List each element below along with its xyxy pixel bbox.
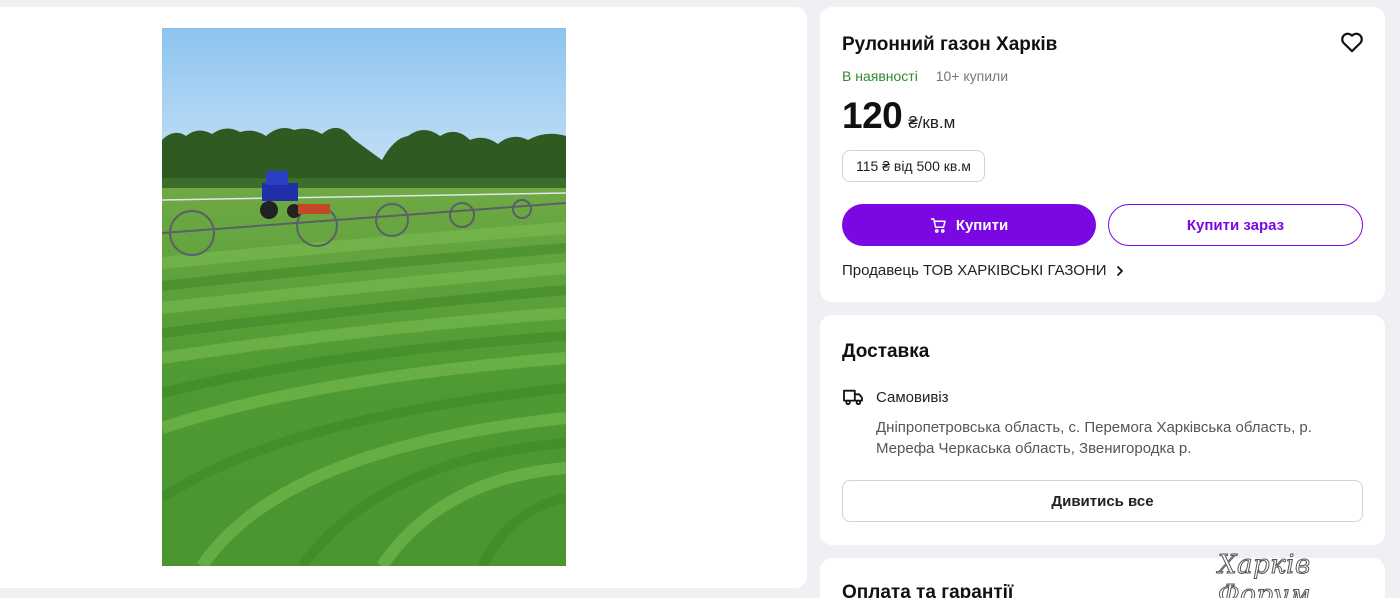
truck-icon (843, 389, 863, 406)
pickup-method: Самовивіз (876, 389, 949, 406)
buy-button-label: Купити (955, 216, 1009, 234)
seller-link[interactable]: Продавець ТОВ ХАРКІВСЬКІ ГАЗОНИ (842, 262, 1125, 279)
stock-status: В наявності (842, 68, 918, 84)
delivery-card: Доставка Самовивіз Дніпропетровська обла… (820, 315, 1385, 545)
buy-button[interactable]: Купити (842, 204, 1096, 246)
buy-now-button[interactable]: Купити зараз (1108, 204, 1363, 246)
bought-count: 10+ купили (935, 68, 1009, 84)
watermark: Харків Форум (1218, 550, 1312, 598)
favorite-button[interactable] (1339, 29, 1365, 55)
see-all-button[interactable]: Дивитись все (842, 480, 1363, 522)
heart-icon (1341, 32, 1363, 53)
payment-title: Оплата та гарантії (842, 582, 1014, 598)
product-gallery (0, 7, 807, 588)
availability-row: В наявності 10+ купили (842, 68, 1008, 84)
chevron-right-icon (1116, 265, 1123, 276)
pickup-locations: Дніпропетровська область, с. Перемога Ха… (876, 419, 1312, 457)
product-photo[interactable] (162, 28, 566, 566)
cart-icon (930, 218, 946, 233)
product-card: Рулонний газон Харків В наявності 10+ ку… (820, 7, 1385, 302)
price: 120 ₴/кв.м (842, 95, 955, 137)
delivery-title: Доставка (842, 341, 930, 362)
price-unit: ₴/кв.м (908, 113, 956, 132)
seller-prefix: Продавець (842, 262, 919, 279)
price-value: 120 (842, 95, 903, 136)
seller-name: ТОВ ХАРКІВСЬКІ ГАЗОНИ (922, 262, 1107, 279)
wholesale-price-chip[interactable]: 115 ₴ від 500 кв.м (842, 150, 985, 182)
product-title: Рулонний газон Харків (842, 34, 1058, 55)
